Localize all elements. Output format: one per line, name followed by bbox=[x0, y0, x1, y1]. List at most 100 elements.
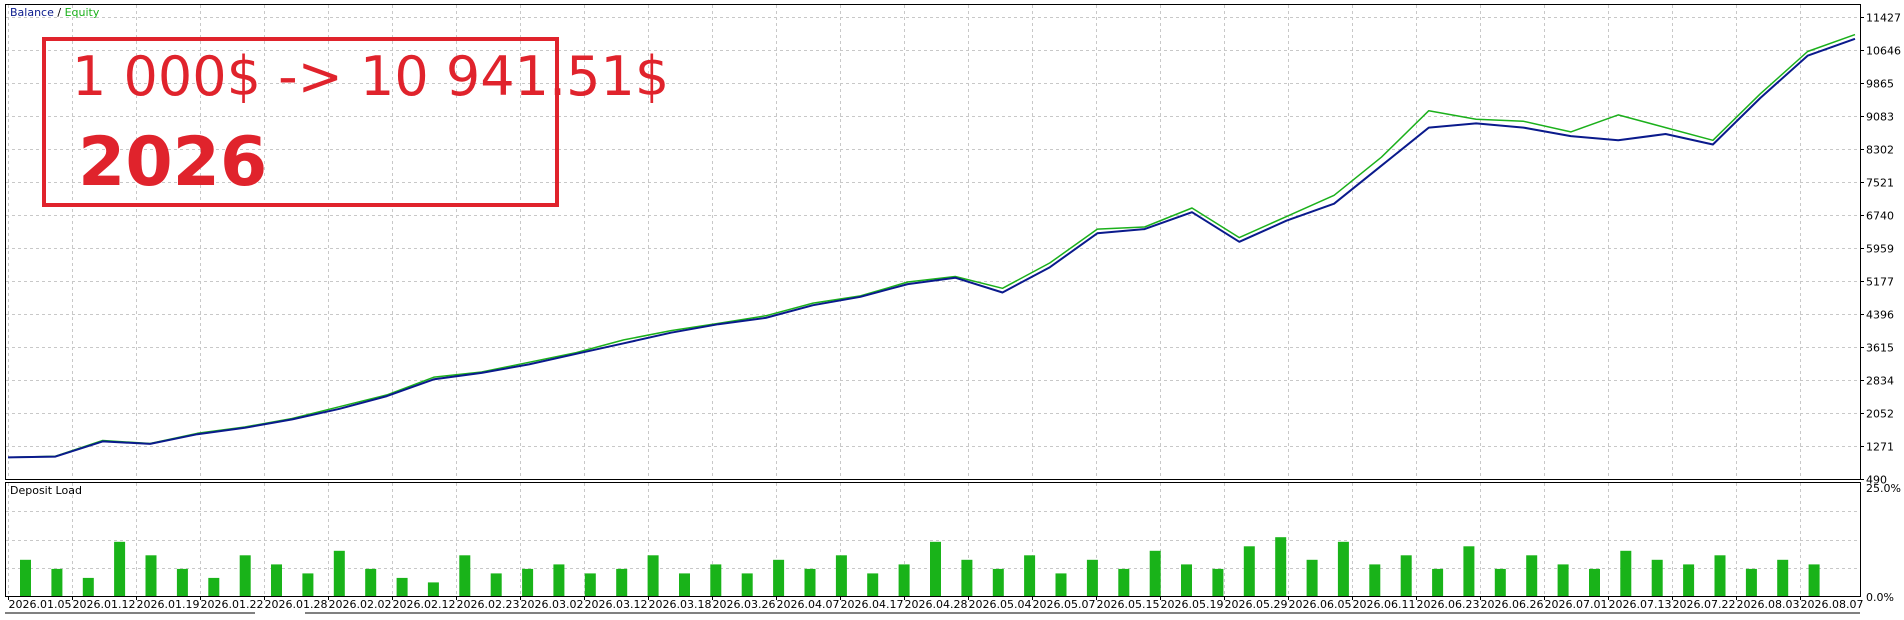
deposit-load-bar bbox=[584, 573, 596, 596]
y-tick-label: 2834 bbox=[1866, 375, 1894, 388]
deposit-load-bar bbox=[1463, 546, 1475, 596]
y-tick-label: 3615 bbox=[1866, 342, 1894, 355]
x-tick-label: 2026.07.13 bbox=[1609, 598, 1672, 611]
x-tick-label: 2026.05.19 bbox=[1161, 598, 1224, 611]
legend-equity: Equity bbox=[65, 6, 100, 19]
x-tick-label: 2026.06.23 bbox=[1417, 598, 1480, 611]
deposit-load-bar bbox=[961, 559, 973, 596]
chart-legend: Balance / Equity bbox=[10, 6, 100, 19]
y-tick-label: 8302 bbox=[1866, 144, 1894, 157]
chart-canvas: Balance / Equity 1 000$ -> 10 941.51$ 20… bbox=[5, 4, 1901, 614]
legend-separator: / bbox=[54, 6, 65, 19]
deposit-load-bar bbox=[239, 555, 251, 596]
deposit-load-bar bbox=[1181, 564, 1192, 596]
y-tick-label: 490 bbox=[1866, 474, 1887, 487]
deposit-load-bar bbox=[1149, 550, 1161, 596]
deposit-y-min-label: 0.0% bbox=[1866, 591, 1894, 604]
y-tick-label: 2052 bbox=[1866, 408, 1894, 421]
deposit-load-bar bbox=[1683, 564, 1695, 596]
y-tick-label: 6740 bbox=[1866, 210, 1894, 223]
deposit-load-bar bbox=[1589, 568, 1600, 596]
deposit-load-bar bbox=[1055, 573, 1067, 596]
x-tick-label: 2026.01.05 bbox=[9, 598, 72, 611]
x-tick-label: 2026.02.23 bbox=[457, 598, 520, 611]
deposit-load-bar bbox=[930, 541, 941, 596]
deposit-load-bar bbox=[1400, 555, 1412, 596]
x-tick-label: 2026.06.05 bbox=[1289, 598, 1352, 611]
deposit-load-bar bbox=[804, 568, 816, 596]
deposit-load-bar bbox=[490, 573, 502, 596]
deposit-load-bar bbox=[867, 573, 879, 596]
deposit-load-bar bbox=[1745, 568, 1757, 596]
deposit-load-bar bbox=[616, 568, 628, 596]
deposit-load-bar bbox=[365, 568, 377, 596]
deposit-load-bar bbox=[992, 568, 1004, 596]
x-tick-label: 2026.01.19 bbox=[137, 598, 200, 611]
deposit-load-bar bbox=[741, 573, 753, 596]
deposit-load-bar bbox=[1808, 564, 1820, 596]
y-tick-label: 10646 bbox=[1866, 45, 1901, 58]
y-tick-label: 9083 bbox=[1866, 111, 1894, 124]
deposit-load-bar bbox=[1651, 559, 1663, 596]
y-tick-label: 7521 bbox=[1866, 177, 1894, 190]
legend-balance: Balance bbox=[10, 6, 54, 19]
deposit-load-bar bbox=[427, 582, 439, 596]
deposit-load-bar bbox=[553, 564, 565, 596]
banner-result-text: 1 000$ -> 10 941.51$ bbox=[72, 45, 669, 108]
deposit-load-bar bbox=[1714, 555, 1726, 596]
deposit-load-bar bbox=[710, 564, 722, 596]
deposit-load-bar bbox=[1494, 568, 1506, 596]
deposit-load-bar bbox=[1024, 555, 1036, 596]
deposit-load-bar bbox=[459, 555, 471, 596]
deposit-load-bar bbox=[145, 555, 157, 596]
x-tick-label: 2026.05.29 bbox=[1225, 598, 1288, 611]
deposit-load-bar bbox=[773, 559, 785, 596]
banner-year-text: 2026 bbox=[78, 123, 267, 202]
deposit-load-bar bbox=[20, 559, 31, 596]
x-tick-label: 2026.08.03 bbox=[1737, 598, 1800, 611]
y-tick-label: 5959 bbox=[1866, 243, 1894, 256]
y-tick-label: 11427 bbox=[1866, 12, 1901, 25]
y-tick-label: 5177 bbox=[1866, 276, 1894, 289]
deposit-load-bar bbox=[176, 568, 188, 596]
deposit-load-bar bbox=[302, 573, 314, 596]
x-tick-label: 2026.08.07 bbox=[1801, 598, 1864, 611]
deposit-load-bar bbox=[898, 564, 910, 596]
x-tick-label: 2026.03.26 bbox=[713, 598, 776, 611]
deposit-load-bar bbox=[333, 550, 345, 596]
x-tick-label: 2026.01.12 bbox=[73, 598, 136, 611]
y-axis-ticks: 11427 10646 9865 9083 8302 7521 6740 5959 5177 43… bbox=[1860, 12, 1901, 487]
x-tick-label: 2026.06.11 bbox=[1353, 598, 1416, 611]
deposit-load-bar bbox=[271, 564, 282, 596]
y-tick-label: 1271 bbox=[1866, 441, 1894, 454]
x-tick-label: 2026.05.04 bbox=[969, 598, 1032, 611]
x-tick-label: 2026.03.02 bbox=[521, 598, 584, 611]
deposit-load-bar bbox=[647, 555, 659, 596]
deposit-load-bar bbox=[82, 577, 94, 596]
x-tick-label: 2026.03.18 bbox=[649, 598, 712, 611]
deposit-load-bar bbox=[1243, 546, 1255, 596]
deposit-load-bar bbox=[679, 573, 690, 596]
x-tick-label: 2026.01.22 bbox=[201, 598, 264, 611]
x-tick-label: 2026.04.07 bbox=[777, 598, 840, 611]
deposit-load-title: Deposit Load bbox=[10, 484, 82, 497]
deposit-load-bar bbox=[1212, 568, 1224, 596]
deposit-load-bar bbox=[1777, 559, 1789, 596]
deposit-load-bar bbox=[1086, 559, 1098, 596]
deposit-load-bar bbox=[1337, 541, 1349, 596]
x-tick-label: 2026.05.15 bbox=[1097, 598, 1160, 611]
deposit-load-bar bbox=[1306, 559, 1318, 596]
x-tick-label: 2026.05.07 bbox=[1033, 598, 1096, 611]
deposit-load-bar bbox=[835, 555, 847, 596]
deposit-load-bar bbox=[1275, 537, 1287, 596]
deposit-load-bar bbox=[1369, 564, 1381, 596]
x-tick-label: 2026.06.26 bbox=[1481, 598, 1544, 611]
x-tick-label: 2026.02.12 bbox=[393, 598, 456, 611]
x-tick-label: 2026.03.12 bbox=[585, 598, 648, 611]
deposit-load-bar bbox=[1620, 550, 1632, 596]
deposit-load-bar bbox=[1118, 568, 1130, 596]
deposit-load-bar bbox=[396, 577, 408, 596]
deposit-load-bar bbox=[1557, 564, 1569, 596]
x-axis-ticks: 2026.01.05 2026.01.12 2026.01.19 2026.01.22… bbox=[8, 596, 1864, 611]
deposit-load-bar bbox=[1526, 555, 1538, 596]
